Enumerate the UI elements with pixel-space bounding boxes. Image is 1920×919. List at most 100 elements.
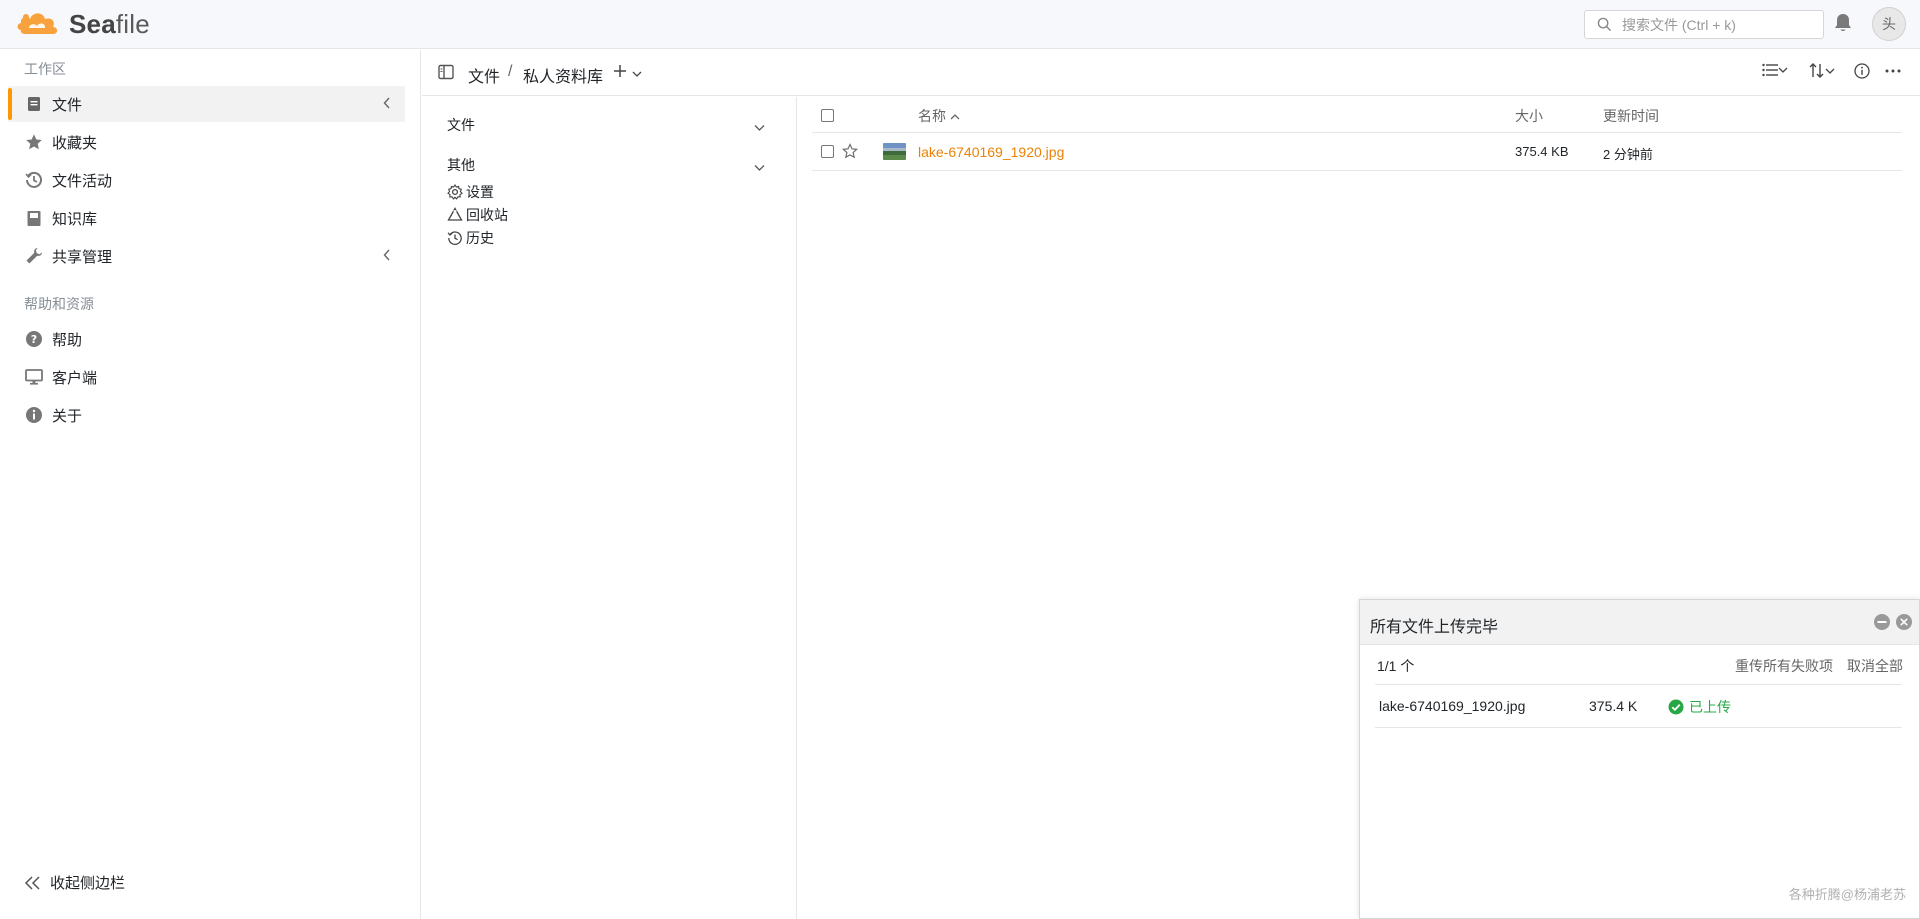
plus-icon bbox=[614, 65, 626, 77]
monitor-icon bbox=[25, 368, 43, 386]
cancel-all-button[interactable]: 取消全部 bbox=[1847, 656, 1903, 676]
upload-file-size: 375.4 K bbox=[1589, 698, 1638, 714]
check-circle-icon bbox=[1668, 699, 1684, 715]
breadcrumb-root[interactable]: 文件 bbox=[468, 63, 500, 87]
info-icon[interactable] bbox=[1854, 63, 1870, 79]
sidebar-item-label: 知识库 bbox=[52, 210, 98, 228]
file-size: 375.4 KB bbox=[1515, 144, 1569, 159]
star-icon bbox=[25, 133, 43, 151]
workspace-heading: 工作区 bbox=[24, 61, 66, 77]
history-icon bbox=[447, 231, 462, 246]
sidebar-item-label: 帮助 bbox=[52, 331, 83, 349]
sidebar-item-label: 关于 bbox=[52, 407, 83, 425]
tree-section-files[interactable]: 文件 bbox=[447, 115, 475, 135]
name-column-header[interactable]: 名称 bbox=[918, 106, 960, 126]
sidebar-item-files[interactable]: 文件 bbox=[8, 86, 405, 122]
sidebar: 工作区 文件 收藏夹 文件活动 知识库 共享管理 帮助和资源 ? 帮助 客户端 … bbox=[0, 50, 421, 919]
list-view-toggle[interactable] bbox=[1762, 63, 1788, 77]
avatar[interactable]: 头 bbox=[1872, 7, 1906, 41]
help-heading: 帮助和资源 bbox=[24, 296, 94, 312]
sidebar-item-favorites[interactable]: 收藏夹 bbox=[8, 124, 405, 160]
star-outline-icon[interactable] bbox=[841, 143, 859, 162]
upload-dialog-title: 所有文件上传完毕 bbox=[1370, 619, 1499, 636]
watermark-text: 各种折腾@杨浦老苏 bbox=[1788, 887, 1906, 902]
size-column-header[interactable]: 大小 bbox=[1515, 106, 1543, 126]
wrench-icon bbox=[25, 247, 43, 265]
sort-ascending-icon bbox=[950, 114, 960, 120]
sort-icon bbox=[1809, 63, 1824, 78]
notification-bell-icon[interactable] bbox=[1834, 13, 1852, 36]
chevron-left-icon[interactable] bbox=[383, 248, 391, 264]
sidebar-item-libraries[interactable]: 知识库 bbox=[8, 200, 405, 236]
chevron-down-icon[interactable] bbox=[754, 119, 765, 135]
chevron-down-icon bbox=[1778, 67, 1788, 73]
image-thumbnail[interactable] bbox=[883, 143, 906, 160]
file-icon bbox=[25, 95, 43, 113]
sidebar-item-label: 客户端 bbox=[52, 369, 98, 387]
seafile-logo[interactable]: Seafile bbox=[15, 8, 150, 40]
tree-item-settings[interactable]: 设置 bbox=[447, 182, 494, 202]
chevron-left-icon[interactable] bbox=[383, 96, 391, 112]
recycle-icon bbox=[447, 207, 463, 221]
more-options-icon[interactable] bbox=[1885, 65, 1901, 77]
history-icon bbox=[25, 171, 43, 189]
top-header: Seafile 头 bbox=[0, 0, 1920, 49]
svg-text:?: ? bbox=[31, 333, 37, 346]
avatar-alt-text: 头 bbox=[1882, 16, 1896, 32]
sidebar-item-about[interactable]: 关于 bbox=[8, 397, 405, 433]
add-new-button[interactable] bbox=[613, 62, 642, 83]
sidebar-item-clients[interactable]: 客户端 bbox=[8, 359, 405, 395]
tree-item-label: 回收站 bbox=[466, 207, 508, 223]
list-icon bbox=[1762, 63, 1778, 77]
file-name-link[interactable]: lake-6740169_1920.jpg bbox=[918, 144, 1064, 160]
file-updated-time: 2 分钟前 bbox=[1603, 147, 1653, 162]
chevron-down-icon[interactable] bbox=[754, 159, 765, 175]
breadcrumb-separator: / bbox=[508, 63, 513, 80]
sort-button[interactable] bbox=[1809, 63, 1835, 78]
file-table-header: 名称 大小 更新时间 bbox=[812, 97, 1902, 133]
search-icon bbox=[1597, 17, 1612, 32]
divider bbox=[1375, 727, 1902, 728]
sidebar-item-label: 文件活动 bbox=[52, 172, 113, 190]
upload-dialog-header: 所有文件上传完毕 bbox=[1360, 600, 1919, 645]
tree-panel: 文件 其他 设置 回收站 历史 bbox=[422, 97, 797, 919]
table-row[interactable]: lake-6740169_1920.jpg 375.4 KB 2 分钟前 bbox=[812, 133, 1902, 171]
updated-column-header[interactable]: 更新时间 bbox=[1603, 106, 1659, 126]
search-input[interactable] bbox=[1622, 16, 1812, 33]
double-chevron-left-icon bbox=[24, 875, 40, 890]
chevron-down-icon bbox=[1825, 68, 1835, 74]
search-box[interactable] bbox=[1584, 10, 1824, 39]
minimize-icon[interactable] bbox=[1873, 613, 1891, 634]
sidebar-item-file-activity[interactable]: 文件活动 bbox=[8, 162, 405, 198]
collapse-sidebar-label: 收起侧边栏 bbox=[50, 875, 126, 892]
upload-count: 1/1 个 bbox=[1377, 658, 1415, 674]
upload-file-name: lake-6740169_1920.jpg bbox=[1379, 698, 1526, 714]
close-icon[interactable] bbox=[1895, 613, 1913, 634]
info-icon bbox=[25, 406, 43, 424]
retry-all-failed-button[interactable]: 重传所有失败项 bbox=[1735, 656, 1833, 676]
upload-status-label: 已上传 bbox=[1689, 699, 1731, 715]
tree-item-label: 历史 bbox=[466, 230, 494, 246]
book-icon bbox=[25, 209, 43, 227]
sidebar-item-label: 收藏夹 bbox=[52, 134, 98, 152]
upload-progress-dialog: 所有文件上传完毕 1/1 个 重传所有失败项 取消全部 lake-6740169… bbox=[1359, 599, 1920, 919]
sidebar-item-label: 共享管理 bbox=[52, 248, 113, 266]
row-checkbox[interactable] bbox=[821, 145, 834, 158]
upload-status: 已上传 bbox=[1668, 697, 1731, 717]
sidebar-item-help[interactable]: ? 帮助 bbox=[8, 321, 405, 357]
sidebar-item-share-admin[interactable]: 共享管理 bbox=[8, 238, 405, 274]
toggle-tree-panel-icon[interactable] bbox=[438, 64, 454, 83]
gear-icon bbox=[447, 184, 463, 200]
tree-item-label: 设置 bbox=[466, 184, 494, 200]
divider bbox=[1375, 684, 1902, 685]
logo-text: Seafile bbox=[69, 8, 150, 39]
sidebar-item-label: 文件 bbox=[52, 96, 83, 114]
collapse-sidebar-button[interactable]: 收起侧边栏 bbox=[24, 872, 125, 893]
select-all-checkbox[interactable] bbox=[821, 109, 834, 122]
tree-item-recycle-bin[interactable]: 回收站 bbox=[447, 205, 508, 225]
help-icon: ? bbox=[25, 330, 43, 348]
tree-section-other[interactable]: 其他 bbox=[447, 155, 475, 175]
breadcrumb-library[interactable]: 私人资料库 bbox=[523, 63, 603, 87]
tree-item-history[interactable]: 历史 bbox=[447, 228, 494, 248]
chevron-down-icon bbox=[632, 71, 642, 77]
